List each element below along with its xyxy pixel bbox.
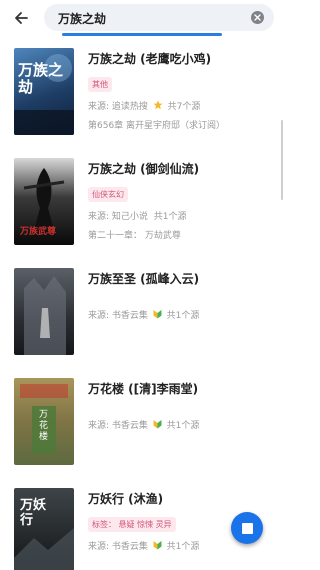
book-cover <box>14 268 74 355</box>
book-cover: 万族之劫 <box>14 48 74 135</box>
star-icon <box>153 100 163 110</box>
cover-title: 万族之劫 <box>18 61 64 96</box>
source-name: 来源: 书香云集 <box>88 311 148 321</box>
source-count: 共1个源 <box>153 212 187 222</box>
genre-tag: 仙侠玄幻 <box>88 187 128 202</box>
genre-tag: 标签： 悬疑 惊悚 灵异 <box>88 517 176 532</box>
stop-icon <box>241 522 253 534</box>
book-cover: 万妖行 <box>14 488 74 570</box>
source-line: 来源: 追读热搜 共7个源 <box>88 99 200 112</box>
result-item[interactable]: 万族至圣 (孤峰入云) 来源: 书香云集 共1个源 <box>0 256 285 366</box>
genre-tag: 其他 <box>88 77 112 92</box>
book-title: 万族之劫 (御剑仙流) <box>88 162 200 176</box>
stop-button[interactable] <box>231 512 263 544</box>
close-icon <box>254 14 261 21</box>
arrow-left-icon <box>15 12 28 24</box>
source-line: 来源: 知己小说 共1个源 <box>88 209 187 222</box>
leaf-badge-icon <box>153 420 162 429</box>
search-results-list: 万族之劫 万族之劫 (老鹰吃小鸡) 其他 来源: 追读热搜 共7个源 第656章… <box>0 36 285 570</box>
latest-chapter: 第656章 离开星宇府邸（求订阅） <box>88 121 226 131</box>
source-count: 共1个源 <box>166 542 200 552</box>
book-title: 万花楼 ([清]李雨堂) <box>88 382 199 396</box>
search-query: 万族之劫 <box>58 12 107 26</box>
back-button[interactable] <box>10 7 32 29</box>
latest-chapter: 第二十一章： 万劫武尊 <box>88 231 181 241</box>
result-item[interactable]: 万族之劫 万族之劫 (老鹰吃小鸡) 其他 来源: 追读热搜 共7个源 第656章… <box>0 36 285 146</box>
source-name: 来源: 书香云集 <box>88 421 148 431</box>
cover-title: 万族武尊 <box>20 227 57 237</box>
book-title: 万族之劫 (老鹰吃小鸡) <box>88 52 212 66</box>
source-name: 来源: 书香云集 <box>88 542 148 552</box>
source-line: 来源: 书香云集 共1个源 <box>88 308 199 321</box>
leaf-badge-icon <box>153 310 162 319</box>
scrollbar[interactable] <box>281 120 283 200</box>
source-count: 共7个源 <box>167 102 201 112</box>
source-name: 来源: 知己小说 <box>88 212 148 222</box>
result-item[interactable]: 万花楼 万花楼 ([清]李雨堂) 来源: 书香云集 共1个源 <box>0 366 285 476</box>
search-input[interactable]: 万族之劫 <box>44 4 274 31</box>
source-count: 共1个源 <box>166 311 200 321</box>
source-count: 共1个源 <box>166 421 200 431</box>
cover-title: 万妖行 <box>20 498 47 528</box>
source-line: 来源: 书香云集 共1个源 <box>88 539 199 552</box>
cover-art <box>24 276 66 355</box>
result-item[interactable]: 万族武尊 万族之劫 (御剑仙流) 仙侠玄幻 来源: 知己小说 共1个源 第二十一… <box>0 146 285 256</box>
cover-title: 万花楼 <box>39 410 49 442</box>
book-cover: 万族武尊 <box>14 158 74 245</box>
book-title: 万妖行 (沐渔) <box>88 492 164 506</box>
source-name: 来源: 追读热搜 <box>88 102 148 112</box>
clear-search-button[interactable] <box>251 11 264 24</box>
book-title: 万族至圣 (孤峰入云) <box>88 272 200 286</box>
book-cover: 万花楼 <box>14 378 74 465</box>
leaf-badge-icon <box>153 541 162 550</box>
top-bar: 万族之劫 <box>0 0 285 36</box>
source-line: 来源: 书香云集 共1个源 <box>88 418 199 431</box>
